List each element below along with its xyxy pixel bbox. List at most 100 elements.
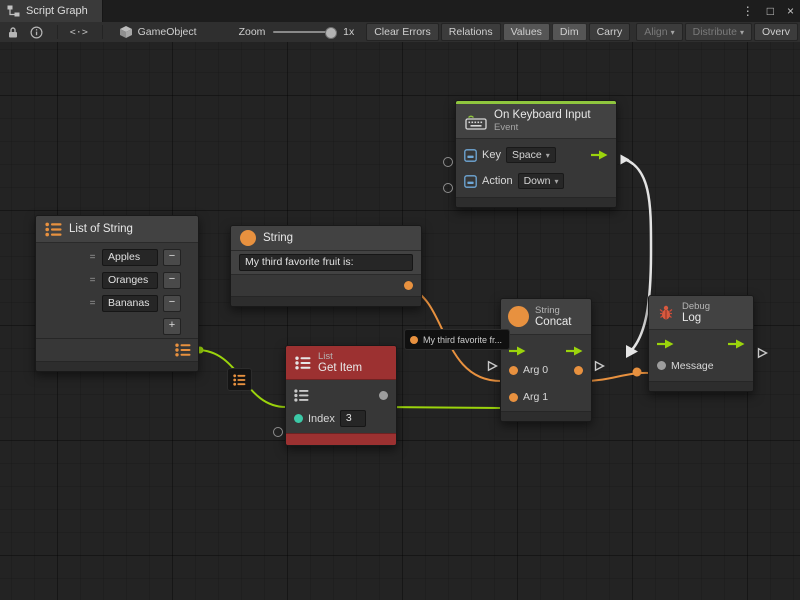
overview-button[interactable]: Overv bbox=[754, 23, 798, 41]
node-header[interactable]: String Concat bbox=[501, 299, 591, 335]
key-dropdown[interactable]: Space▾ bbox=[506, 147, 556, 163]
string-value-dot-icon bbox=[410, 336, 418, 344]
action-input-port[interactable] bbox=[443, 183, 453, 193]
arg0-row: Arg 0 bbox=[501, 361, 591, 379]
node-header[interactable]: List Get Item bbox=[286, 346, 396, 380]
flow-in-arrow-icon[interactable] bbox=[509, 343, 526, 359]
node-list-of-string[interactable]: List of String = Apples − = Oranges − = … bbox=[35, 215, 199, 372]
remove-item-button[interactable]: − bbox=[163, 295, 181, 312]
node-string-literal[interactable]: String My third favorite fruit is: bbox=[230, 225, 422, 307]
graph-icon bbox=[7, 3, 20, 19]
node-header[interactable]: String bbox=[231, 226, 421, 251]
window-maximize-icon[interactable]: □ bbox=[767, 0, 774, 22]
arg1-label: Arg 1 bbox=[523, 391, 548, 403]
window-close-icon[interactable]: × bbox=[787, 0, 794, 22]
zoom-slider-knob[interactable] bbox=[325, 27, 337, 39]
node-body: = Apples − = Oranges − = Bananas − + bbox=[36, 243, 198, 361]
list-output-port[interactable] bbox=[175, 342, 191, 358]
clear-errors-button[interactable]: Clear Errors bbox=[366, 23, 439, 41]
dim-button[interactable]: Dim bbox=[552, 23, 587, 41]
drag-handle-icon[interactable]: = bbox=[88, 275, 97, 286]
control-out-port[interactable] bbox=[619, 153, 631, 166]
node-concat[interactable]: String Concat Arg 0 bbox=[500, 298, 592, 422]
action-label: Action bbox=[482, 175, 513, 187]
node-title: Concat bbox=[535, 316, 571, 328]
list-item-row: = Apples − bbox=[36, 246, 198, 269]
tab-script-graph[interactable]: Script Graph bbox=[0, 0, 103, 22]
key-input-port[interactable] bbox=[443, 157, 453, 167]
carry-button[interactable]: Carry bbox=[589, 23, 631, 41]
node-footer bbox=[36, 361, 198, 371]
node-body bbox=[231, 275, 421, 296]
node-footer bbox=[501, 411, 591, 421]
values-button[interactable]: Values bbox=[503, 23, 550, 41]
arg1-input-port[interactable] bbox=[509, 393, 518, 402]
window-controls: ⋮ □ × bbox=[742, 0, 794, 22]
control-out-port[interactable] bbox=[757, 347, 768, 359]
chevron-down-icon: ▾ bbox=[740, 28, 744, 37]
list-item-row: = Oranges − bbox=[36, 269, 198, 292]
node-category: List bbox=[318, 351, 362, 362]
node-debug-log[interactable]: Debug Log Message bbox=[648, 295, 754, 392]
flow-in-arrow-icon[interactable] bbox=[657, 336, 674, 352]
lock-icon[interactable] bbox=[7, 24, 19, 40]
node-header[interactable]: Debug Log bbox=[649, 296, 753, 330]
unity-script-graph-window: Script Graph ⋮ □ × <·> GameObject Zoom 1… bbox=[0, 0, 800, 600]
graph-canvas[interactable]: On Keyboard Input Event Key Space▾ bbox=[0, 42, 800, 600]
wire-getitem-to-concat[interactable] bbox=[379, 407, 501, 408]
remove-item-button[interactable]: − bbox=[163, 249, 181, 266]
relations-button[interactable]: Relations bbox=[441, 23, 501, 41]
distribute-button[interactable]: Distribute▾ bbox=[685, 23, 752, 41]
clear-errors-label: Clear Errors bbox=[374, 26, 431, 38]
item-output-port[interactable] bbox=[379, 391, 388, 400]
carry-label: Carry bbox=[597, 26, 623, 38]
zoom-slider[interactable] bbox=[273, 24, 337, 40]
node-body: Index 3 bbox=[286, 380, 396, 433]
add-item-row: + bbox=[36, 315, 198, 338]
align-button[interactable]: Align▾ bbox=[636, 23, 682, 41]
string-type-icon bbox=[508, 306, 529, 327]
list-icon bbox=[233, 372, 246, 388]
node-footer bbox=[649, 381, 753, 391]
message-input-port[interactable] bbox=[657, 361, 666, 370]
list-item-field[interactable]: Apples bbox=[102, 249, 158, 266]
tab-title: Script Graph bbox=[26, 5, 88, 17]
index-external-port[interactable] bbox=[273, 427, 283, 437]
wire-keyboard-to-log[interactable] bbox=[621, 158, 651, 351]
message-label: Message bbox=[671, 360, 714, 372]
drag-handle-icon[interactable]: = bbox=[88, 252, 97, 263]
add-item-button[interactable]: + bbox=[163, 318, 181, 335]
gameobject-label[interactable]: GameObject bbox=[138, 26, 197, 38]
action-dropdown[interactable]: Down▾ bbox=[518, 173, 565, 189]
index-value-field[interactable]: 3 bbox=[340, 410, 366, 427]
flow-out-arrow-icon[interactable] bbox=[591, 147, 608, 163]
control-in-port[interactable] bbox=[487, 360, 498, 372]
list-item-field[interactable]: Bananas bbox=[102, 295, 158, 312]
node-header[interactable]: On Keyboard Input Event bbox=[456, 104, 616, 139]
gameobject-cube-icon bbox=[119, 24, 133, 40]
values-label: Values bbox=[511, 26, 542, 38]
flow-out-arrow-icon[interactable] bbox=[566, 343, 583, 359]
index-input-port[interactable] bbox=[294, 414, 303, 423]
chevron-down-icon: ▾ bbox=[671, 28, 675, 37]
node-header[interactable]: List of String bbox=[36, 216, 198, 243]
string-output-port[interactable] bbox=[404, 281, 413, 290]
action-row: Action Down▾ bbox=[456, 168, 616, 194]
zoom-value: 1x bbox=[343, 26, 354, 38]
control-out-port[interactable] bbox=[594, 360, 605, 372]
flow-out-arrow-icon[interactable] bbox=[728, 336, 745, 352]
node-get-item[interactable]: List Get Item Index 3 bbox=[285, 345, 397, 446]
drag-handle-icon[interactable]: = bbox=[88, 298, 97, 309]
wire-value-orange-dot bbox=[633, 368, 642, 377]
window-menu-icon[interactable]: ⋮ bbox=[742, 0, 754, 22]
list-item-field[interactable]: Oranges bbox=[102, 272, 158, 289]
list-input-port[interactable] bbox=[294, 387, 309, 403]
info-icon[interactable] bbox=[30, 24, 43, 40]
result-output-port[interactable] bbox=[574, 366, 583, 375]
code-view-icon[interactable]: <·> bbox=[70, 27, 88, 38]
string-value-field[interactable]: My third favorite fruit is: bbox=[239, 254, 413, 271]
node-title: Log bbox=[682, 312, 710, 324]
remove-item-button[interactable]: − bbox=[163, 272, 181, 289]
arg0-input-port[interactable] bbox=[509, 366, 518, 375]
node-on-keyboard-input[interactable]: On Keyboard Input Event Key Space▾ bbox=[455, 100, 617, 208]
